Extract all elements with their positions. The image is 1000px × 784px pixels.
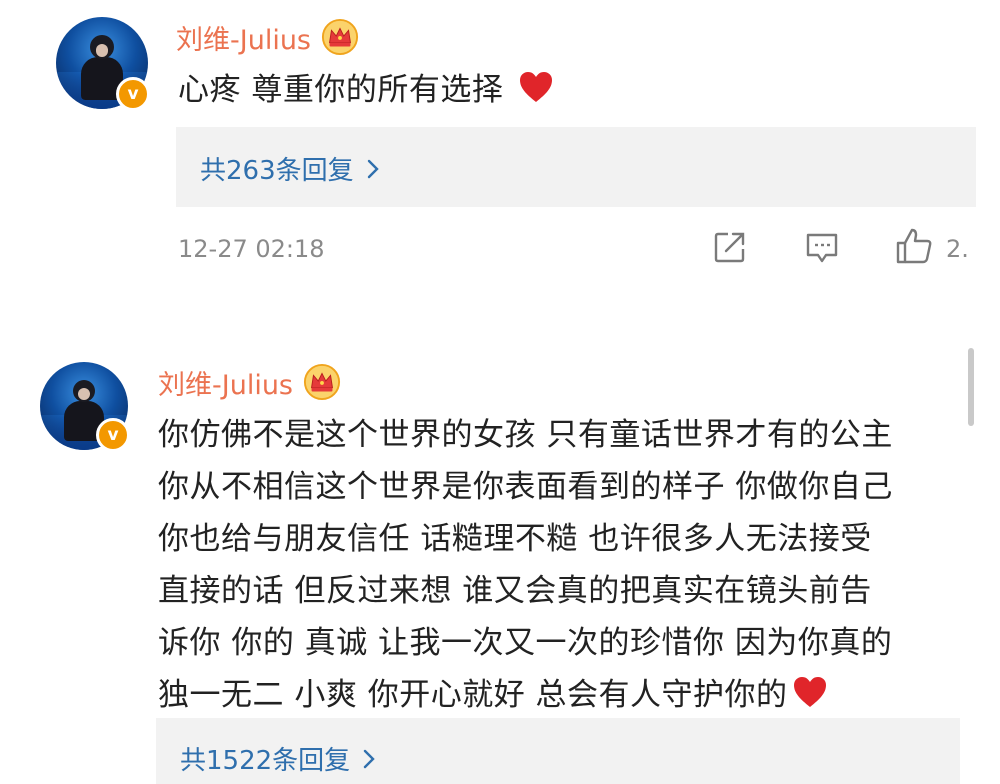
comment-text-line: 直接的话 但反过来想 谁又会真的把真实在镜头前告 [158,573,872,609]
username-row: 刘维-Julius [176,16,359,58]
share-icon[interactable] [712,229,748,265]
comment-text-line: 你从不相信这个世界是你表面看到的样子 你做你自己 [158,469,893,505]
reply-count-label: 共1522条回复 [180,746,351,776]
comment-text-line: 你仿佛不是这个世界的女孩 只有童话世界才有的公主 [158,417,893,453]
reply-count-label: 共263条回复 [200,156,354,186]
reply-summary-box[interactable]: 共263条回复 [176,127,976,207]
avatar[interactable]: v [56,17,150,111]
avatar[interactable]: v [40,362,130,452]
comment-item: v 刘维-Julius 心疼 尊重你的所有选择 共263条回复 12-27 02… [0,0,1000,330]
like-icon[interactable] [894,226,934,266]
chevron-right-icon [363,749,375,768]
comment-text: 心疼 尊重你的所有选择 [178,64,554,116]
comment-text-line: 独一无二 小爽 你开心就好 总会有人守护你的 [158,677,788,713]
comment-text-line: 你也给与朋友信任 话糙理不糙 也许很多人无法接受 [158,521,872,557]
timestamp: 12-27 02:18 [178,235,325,263]
comment-item: v 刘维-Julius 你仿佛不是这个世界的女孩 只有童话世界才有的公主 你从不… [0,345,1000,784]
username[interactable]: 刘维-Julius [158,363,293,402]
verified-badge-icon: v [96,418,130,452]
username-row: 刘维-Julius [158,361,341,403]
chevron-right-icon [367,159,379,178]
crown-icon [321,18,359,56]
crown-icon [303,363,341,401]
comment-text: 你仿佛不是这个世界的女孩 只有童话世界才有的公主 你从不相信这个世界是你表面看到… [158,409,968,721]
scrollbar[interactable] [968,348,974,426]
comment-text-line: 诉你 你的 真诚 让我一次又一次的珍惜你 因为你真的 [158,625,893,661]
verified-badge-icon: v [116,77,150,111]
heart-icon [793,677,826,707]
reply-summary-box[interactable]: 共1522条回复 [156,718,960,784]
view-replies-link[interactable]: 共1522条回复 [180,740,376,777]
username[interactable]: 刘维-Julius [176,18,311,57]
heart-icon [519,72,552,102]
like-count: 2. [946,235,969,263]
comment-icon[interactable] [804,230,840,266]
view-replies-link[interactable]: 共263条回复 [200,150,380,187]
comment-text-line: 心疼 尊重你的所有选择 [178,72,504,108]
comment-text-line-last: 独一无二 小爽 你开心就好 总会有人守护你的 [158,669,968,721]
